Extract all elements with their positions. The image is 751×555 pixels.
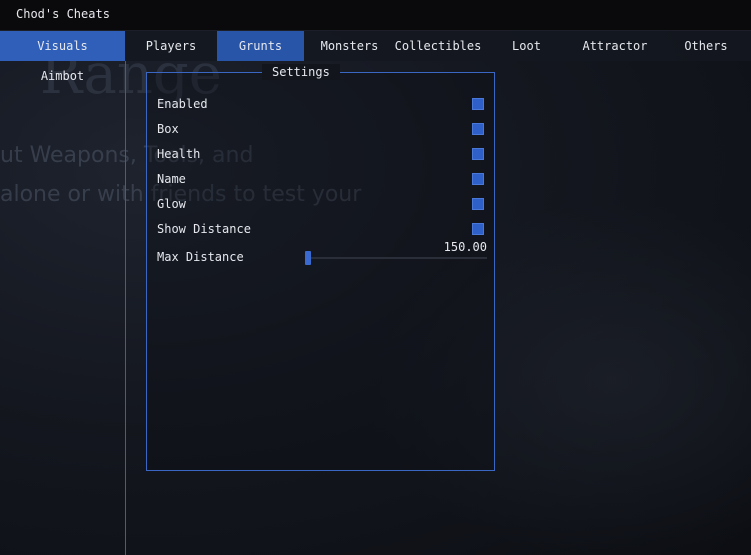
tab-loot[interactable]: Loot xyxy=(484,31,569,61)
option-show-distance-checkbox[interactable] xyxy=(472,223,484,235)
tab-visuals[interactable]: Visuals xyxy=(0,31,125,61)
tab-attractor[interactable]: Attractor xyxy=(569,31,661,61)
max-distance-slider-handle[interactable] xyxy=(305,251,311,265)
settings-group-title: Settings xyxy=(262,64,340,80)
tab-players[interactable]: Players xyxy=(125,31,217,61)
max-distance-value: 150.00 xyxy=(443,240,487,254)
option-box-label: Box xyxy=(157,122,179,136)
title-bar[interactable]: Chod's Cheats xyxy=(0,0,751,31)
tab-others[interactable]: Others xyxy=(661,31,751,61)
option-glow-label: Glow xyxy=(157,197,186,211)
option-health-label: Health xyxy=(157,147,201,161)
option-box-checkbox[interactable] xyxy=(472,123,484,135)
sidebar-divider xyxy=(125,61,126,555)
max-distance-label: Max Distance xyxy=(157,250,244,264)
option-enabled-label: Enabled xyxy=(157,97,208,111)
option-enabled-checkbox[interactable] xyxy=(472,98,484,110)
main-tab-bar: Visuals Players Grunts Monsters Collecti… xyxy=(0,31,751,61)
option-show-distance-label: Show Distance xyxy=(157,222,251,236)
tab-grunts[interactable]: Grunts xyxy=(217,31,304,61)
max-distance-slider-track[interactable] xyxy=(305,257,487,259)
option-name-label: Name xyxy=(157,172,186,186)
tab-monsters[interactable]: Monsters xyxy=(304,31,395,61)
window-title: Chod's Cheats xyxy=(16,7,110,21)
subtab-aimbot[interactable]: Aimbot xyxy=(0,61,125,91)
settings-group xyxy=(146,72,495,471)
option-health-checkbox[interactable] xyxy=(472,148,484,160)
game-window: Range ut Weapons, Tools, and alone or wi… xyxy=(0,0,751,555)
option-glow-checkbox[interactable] xyxy=(472,198,484,210)
option-name-checkbox[interactable] xyxy=(472,173,484,185)
tab-collectibles[interactable]: Collectibles xyxy=(392,31,484,61)
